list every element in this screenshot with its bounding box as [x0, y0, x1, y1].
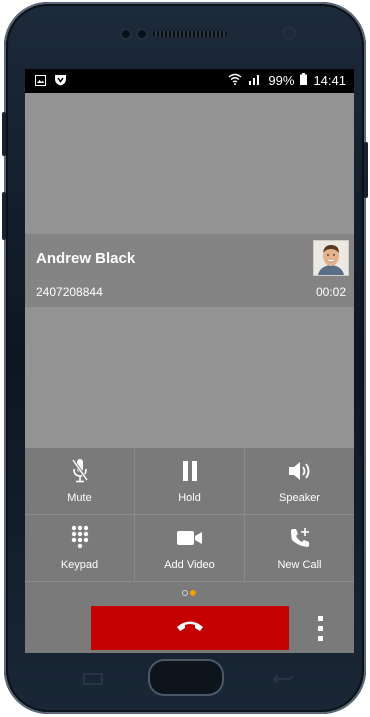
keypad-icon: [25, 525, 134, 551]
new-call-label: New Call: [277, 559, 322, 571]
image-icon: [35, 74, 46, 89]
shield-icon: [54, 74, 67, 89]
mute-label: Mute: [67, 492, 92, 504]
status-bar: 99% 14:41: [25, 69, 354, 93]
call-duration: 00:02: [315, 285, 346, 299]
page-indicator: [25, 582, 354, 604]
contact-number: 2407208844: [36, 285, 103, 299]
recent-apps-key[interactable]: [82, 672, 104, 685]
keypad-label: Keypad: [60, 559, 99, 571]
battery-icon: [300, 73, 308, 88]
speaker-button[interactable]: Speaker: [245, 448, 354, 514]
add-video-button[interactable]: Add Video: [135, 515, 244, 581]
video-camera-icon: [135, 525, 244, 551]
end-call-button[interactable]: [91, 606, 289, 650]
hang-up-icon: [176, 619, 204, 638]
divider: [244, 448, 245, 582]
home-button[interactable]: [150, 661, 222, 694]
new-call-button[interactable]: New Call: [245, 515, 354, 581]
bixby-button: [2, 192, 6, 240]
add-video-label: Add Video: [164, 559, 215, 571]
power-button: [364, 142, 368, 198]
sensor-dot: [122, 30, 130, 38]
bottom-bar: [25, 604, 354, 653]
divider: [134, 448, 135, 582]
front-camera: [284, 28, 294, 38]
signal-icon: [248, 73, 262, 88]
back-key[interactable]: [272, 672, 294, 684]
earpiece-speaker: [153, 31, 227, 37]
mic-off-icon: [25, 458, 134, 484]
contact-name: Andrew Black: [36, 250, 136, 267]
avatar: [313, 240, 349, 276]
keypad-button[interactable]: Keypad: [25, 515, 134, 581]
sensor-dot: [138, 30, 146, 38]
hold-button[interactable]: Hold: [135, 448, 244, 514]
pause-icon: [135, 458, 244, 484]
page-dot-1[interactable]: [182, 590, 188, 596]
battery-percent: 99%: [268, 73, 295, 88]
clock: 14:41: [313, 73, 346, 88]
speaker-label: Speaker: [279, 492, 320, 504]
mute-button[interactable]: Mute: [25, 448, 134, 514]
phone-screen: 99% 14:41 Andrew Black 2407208844 00:02 …: [25, 69, 354, 653]
phone-add-icon: [245, 525, 354, 551]
hold-label: Hold: [178, 492, 201, 504]
divider: [25, 514, 354, 515]
page-dot-2[interactable]: [190, 590, 196, 596]
volume-button: [2, 112, 6, 156]
call-controls: Mute Hold Speaker Keypad Add Video New C…: [25, 448, 354, 582]
speaker-icon: [245, 458, 354, 484]
more-options-icon[interactable]: [314, 616, 328, 642]
wifi-icon: [228, 73, 242, 88]
